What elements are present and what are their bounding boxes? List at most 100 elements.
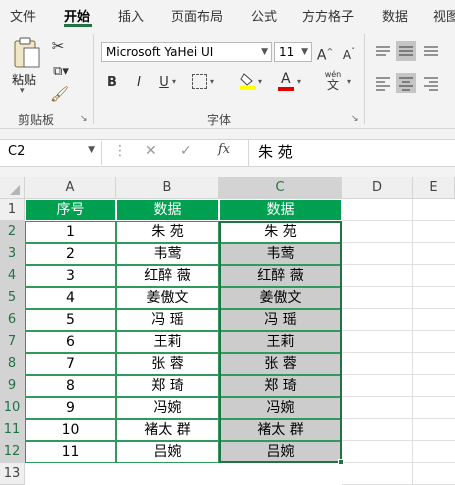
table-cell-index[interactable]: 10	[25, 419, 116, 441]
borders-icon[interactable]	[192, 74, 207, 89]
table-cell-source[interactable]: 姜傲文	[116, 287, 219, 309]
font-launcher-icon[interactable]: ↘	[351, 114, 359, 124]
tab-data[interactable]: 数据	[382, 6, 408, 25]
row-header[interactable]: 2	[0, 221, 25, 243]
cell[interactable]	[342, 243, 413, 265]
row-header[interactable]: 6	[0, 309, 25, 331]
row-header[interactable]: 11	[0, 419, 25, 441]
table-cell-index[interactable]: 1	[25, 221, 116, 243]
cell[interactable]	[413, 199, 455, 221]
cell[interactable]	[342, 397, 413, 419]
header-cell[interactable]: 序号	[25, 199, 116, 221]
cell[interactable]	[413, 331, 455, 353]
cell[interactable]	[413, 265, 455, 287]
chevron-down-icon[interactable]: ▾	[258, 77, 262, 86]
paste-dropdown-icon[interactable]: ▾	[20, 86, 25, 96]
enter-icon[interactable]: ✓	[180, 143, 192, 159]
italic-button[interactable]: I	[133, 75, 145, 91]
row-header[interactable]: 10	[0, 397, 25, 419]
table-cell-source[interactable]: 冯 瑶	[116, 309, 219, 331]
name-box[interactable]: C2 ▼	[2, 141, 102, 165]
table-cell-index[interactable]: 4	[25, 287, 116, 309]
column-header-b[interactable]: B	[116, 177, 219, 199]
align-right-icon[interactable]	[422, 74, 440, 92]
table-cell-source[interactable]: 红醉 薇	[116, 265, 219, 287]
insert-function-button[interactable]: fx	[218, 142, 230, 157]
table-cell-source[interactable]: 张 蓉	[116, 353, 219, 375]
fill-handle[interactable]	[338, 459, 344, 465]
tab-view[interactable]: 视图	[433, 6, 455, 25]
cancel-icon[interactable]: ✕	[145, 143, 157, 159]
row-header[interactable]: 3	[0, 243, 25, 265]
phonetic-guide-icon[interactable]: wén 文	[320, 70, 346, 94]
table-cell-index[interactable]: 8	[25, 375, 116, 397]
table-cell-index[interactable]: 2	[25, 243, 116, 265]
table-cell-source[interactable]: 吕婉	[116, 441, 219, 463]
shrink-font-icon[interactable]: Aˇ	[340, 44, 358, 63]
column-header-d[interactable]: D	[342, 177, 413, 199]
align-center-icon[interactable]	[396, 73, 416, 93]
table-cell-index[interactable]: 7	[25, 353, 116, 375]
align-left-icon[interactable]	[374, 74, 392, 92]
cell[interactable]	[413, 287, 455, 309]
row-header[interactable]: 7	[0, 331, 25, 353]
header-cell[interactable]: 数据	[116, 199, 219, 221]
chevron-down-icon[interactable]: ▾	[297, 77, 301, 86]
cell[interactable]	[413, 397, 455, 419]
cell[interactable]	[342, 353, 413, 375]
header-cell[interactable]: 数据	[219, 199, 342, 221]
cell[interactable]	[342, 221, 413, 243]
tab-file[interactable]: 文件	[10, 6, 36, 25]
format-painter-icon[interactable]: 🖌	[50, 86, 69, 102]
tab-page-layout[interactable]: 页面布局	[171, 6, 223, 25]
tab-fangfang[interactable]: 方方格子	[302, 6, 354, 25]
align-bottom-icon[interactable]	[422, 42, 440, 60]
row-header[interactable]: 13	[0, 463, 25, 485]
cell[interactable]	[413, 375, 455, 397]
tab-formulas[interactable]: 公式	[251, 6, 277, 25]
cell[interactable]	[413, 309, 455, 331]
chevron-down-icon[interactable]: ▼	[261, 43, 268, 61]
underline-button[interactable]: U	[158, 75, 170, 91]
table-cell-source[interactable]: 韦莺	[116, 243, 219, 265]
cell[interactable]	[413, 441, 455, 463]
cell[interactable]	[342, 419, 413, 441]
row-header[interactable]: 8	[0, 353, 25, 375]
formula-input[interactable]: 朱 苑	[258, 141, 293, 162]
cell[interactable]	[342, 463, 413, 485]
clipboard-launcher-icon[interactable]: ↘	[80, 114, 88, 124]
table-cell-source[interactable]: 朱 苑	[116, 221, 219, 243]
chevron-down-icon[interactable]: ▼	[88, 145, 95, 155]
chevron-down-icon[interactable]: ▾	[210, 77, 214, 86]
cell[interactable]	[342, 199, 413, 221]
cell[interactable]	[413, 419, 455, 441]
cell[interactable]	[342, 309, 413, 331]
cut-icon[interactable]: ✂	[50, 38, 66, 54]
grow-font-icon[interactable]: A^	[316, 44, 334, 64]
fill-color-icon[interactable]	[240, 72, 256, 90]
row-header[interactable]: 1	[0, 199, 25, 221]
cell[interactable]	[413, 463, 455, 485]
cell[interactable]	[342, 441, 413, 463]
row-header[interactable]: 12	[0, 441, 25, 463]
tab-insert[interactable]: 插入	[118, 6, 144, 25]
table-cell-source[interactable]: 褚太 群	[116, 419, 219, 441]
paste-icon[interactable]	[12, 36, 42, 70]
chevron-down-icon[interactable]: ▾	[172, 77, 176, 86]
cell[interactable]	[342, 265, 413, 287]
font-size-combo[interactable]: 11 ▼	[274, 42, 312, 62]
row-header[interactable]: 4	[0, 265, 25, 287]
tab-home[interactable]: 开始	[64, 6, 90, 25]
align-top-icon[interactable]	[374, 42, 392, 60]
column-header-a[interactable]: A	[25, 177, 116, 199]
align-middle-icon[interactable]	[396, 41, 416, 61]
cell[interactable]	[342, 287, 413, 309]
cell[interactable]	[342, 375, 413, 397]
font-name-combo[interactable]: Microsoft YaHei UI ▼	[101, 42, 272, 62]
chevron-down-icon[interactable]: ▾	[347, 77, 351, 86]
select-all-corner[interactable]	[0, 177, 25, 199]
table-cell-index[interactable]: 3	[25, 265, 116, 287]
table-cell-source[interactable]: 郑 琦	[116, 375, 219, 397]
cell[interactable]	[413, 243, 455, 265]
row-header[interactable]: 5	[0, 287, 25, 309]
